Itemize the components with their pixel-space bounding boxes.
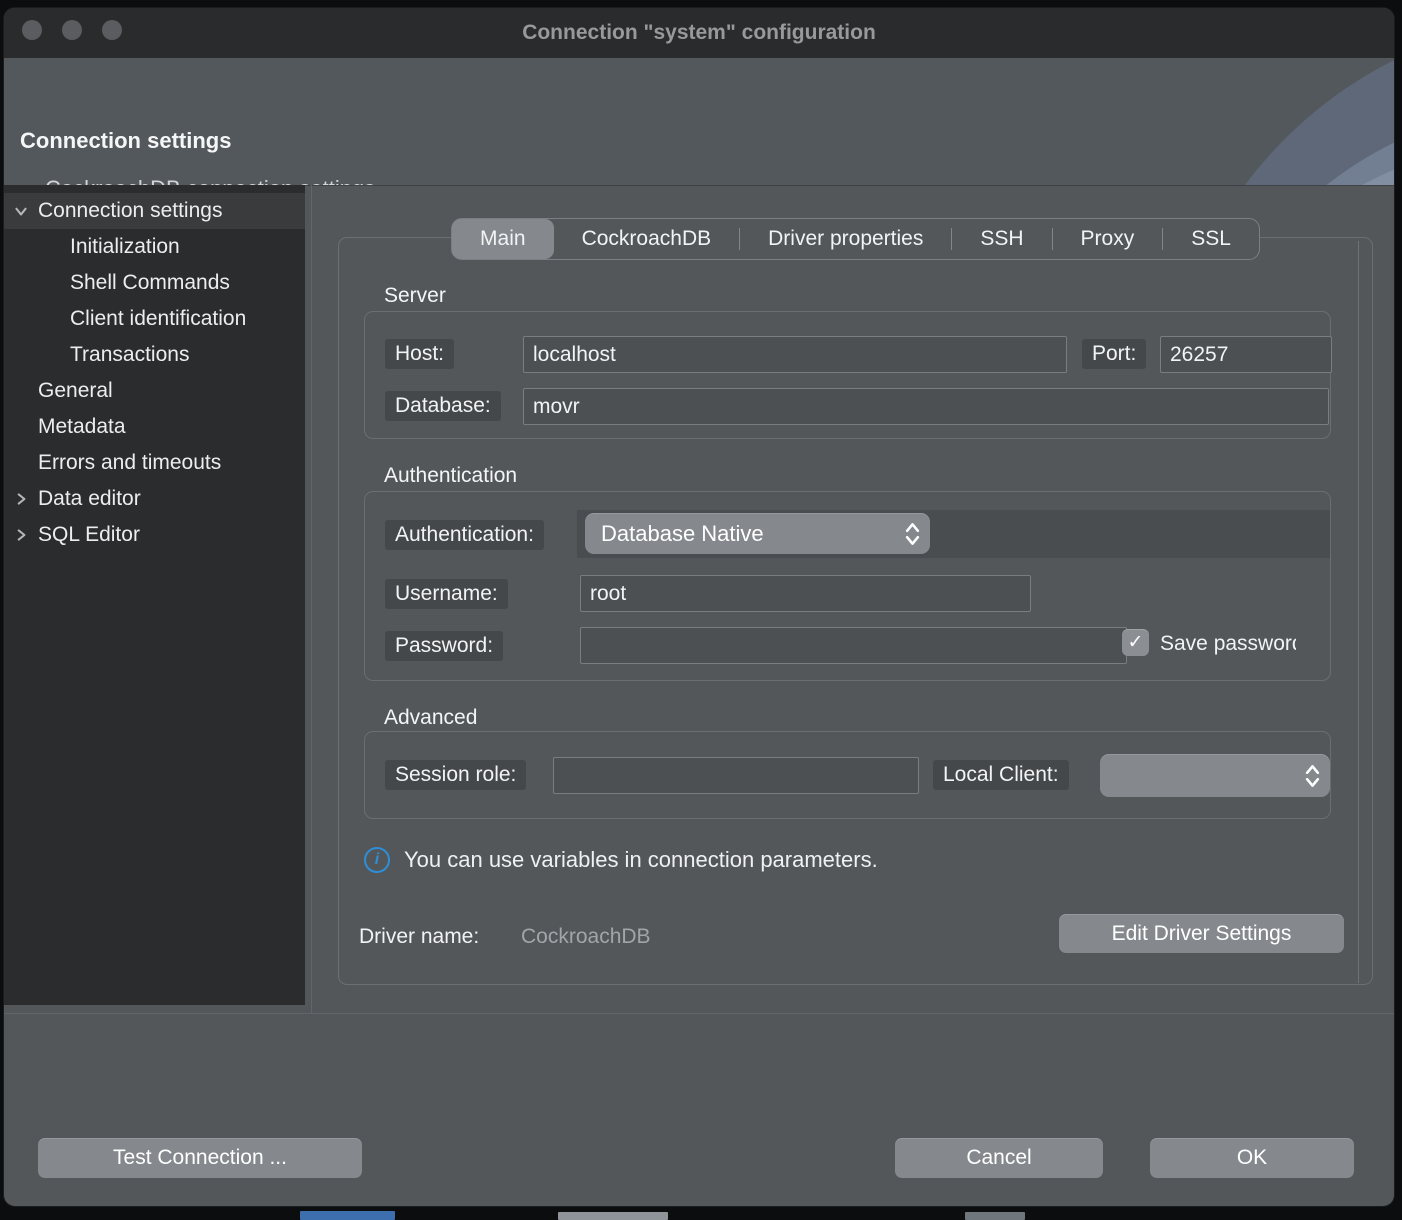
scroll-edge xyxy=(1358,241,1359,983)
sidebar-item-data-editor[interactable]: Data editor xyxy=(4,481,305,517)
sidebar-item-label: SQL Editor xyxy=(38,523,140,547)
password-input[interactable] xyxy=(580,627,1127,664)
sidebar-item-metadata[interactable]: Metadata xyxy=(4,409,305,445)
authentication-group: Authentication: Database Native Username… xyxy=(364,491,1331,681)
server-group: Host: Port: Database: xyxy=(364,311,1331,439)
password-label: Password: xyxy=(385,631,503,661)
chevron-up-down-icon xyxy=(905,521,920,547)
sidebar-item-transactions[interactable]: Transactions xyxy=(4,337,305,373)
sidebar-tree: Connection settings Initialization Shell C… xyxy=(4,185,305,1005)
sidebar-item-label: General xyxy=(38,379,113,403)
main-tab-panel: Server Host: Port: Database: Authenticat… xyxy=(338,237,1373,985)
tab-group: MainCockroachDBDriver propertiesSSHProxy… xyxy=(451,218,1260,260)
sidebar-item-errors-and-timeouts[interactable]: Errors and timeouts xyxy=(4,445,305,481)
authentication-label: Authentication: xyxy=(385,520,544,550)
background-window-sliver xyxy=(965,1212,1025,1220)
sidebar-item-label: Transactions xyxy=(70,343,189,367)
page-title: Connection settings xyxy=(20,128,231,154)
check-icon: ✓ xyxy=(1128,631,1144,654)
tab-ssh[interactable]: SSH xyxy=(952,219,1051,259)
local-client-label: Local Client: xyxy=(933,760,1069,790)
sidebar-item-label: Shell Commands xyxy=(70,271,230,295)
sidebar-item-sql-editor[interactable]: SQL Editor xyxy=(4,517,305,553)
background-window-sliver xyxy=(558,1212,668,1220)
info-row: i You can use variables in connection pa… xyxy=(364,847,878,873)
sidebar-item-label: Data editor xyxy=(38,487,141,511)
sidebar-item-label: Errors and timeouts xyxy=(38,451,221,475)
tab-ssl[interactable]: SSL xyxy=(1163,219,1259,259)
background-window-sliver xyxy=(300,1211,395,1220)
tab-proxy[interactable]: Proxy xyxy=(1053,219,1163,259)
chevron-right-icon[interactable] xyxy=(13,491,29,507)
dialog-footer: Test Connection ... Cancel OK xyxy=(4,1013,1394,1206)
window-title: Connection "system" configuration xyxy=(522,21,876,45)
authentication-selected-value: Database Native xyxy=(601,521,764,547)
tab-bar: MainCockroachDBDriver propertiesSSHProxy… xyxy=(338,218,1373,260)
server-group-label: Server xyxy=(384,284,446,308)
test-connection-button[interactable]: Test Connection ... xyxy=(38,1138,362,1178)
port-label: Port: xyxy=(1082,339,1146,369)
sidebar-divider xyxy=(311,185,312,1013)
save-password-label: Save password xyxy=(1160,632,1296,656)
host-input[interactable] xyxy=(523,336,1067,373)
sidebar-item-client-identification[interactable]: Client identification xyxy=(4,301,305,337)
local-client-select[interactable] xyxy=(1100,754,1330,797)
tab-main[interactable]: Main xyxy=(452,219,554,259)
sidebar-item-label: Client identification xyxy=(70,307,246,331)
host-label: Host: xyxy=(385,339,454,369)
sidebar-item-label: Connection settings xyxy=(38,199,222,223)
sidebar-item-connection-settings[interactable]: Connection settings xyxy=(4,193,305,229)
username-input[interactable] xyxy=(580,575,1031,612)
session-role-label: Session role: xyxy=(385,760,526,790)
authentication-group-label: Authentication xyxy=(384,464,517,488)
advanced-group: Session role: Local Client: xyxy=(364,731,1331,819)
session-role-input[interactable] xyxy=(553,757,919,794)
driver-name-value: CockroachDB xyxy=(521,925,651,949)
sidebar-item-shell-commands[interactable]: Shell Commands xyxy=(4,265,305,301)
sidebar-item-label: Initialization xyxy=(70,235,180,259)
database-input[interactable] xyxy=(523,388,1329,425)
sidebar-item-label: Metadata xyxy=(38,415,126,439)
ok-button[interactable]: OK xyxy=(1150,1138,1354,1178)
save-password-checkbox[interactable]: ✓ xyxy=(1122,629,1149,656)
sidebar-item-general[interactable]: General xyxy=(4,373,305,409)
chevron-up-down-icon xyxy=(1305,763,1320,789)
database-label: Database: xyxy=(385,391,501,421)
advanced-group-label: Advanced xyxy=(384,706,477,730)
username-label: Username: xyxy=(385,579,508,609)
dialog-header: Connection settings CockroachDB connecti… xyxy=(4,58,1394,186)
info-icon: i xyxy=(364,847,390,873)
authentication-select[interactable]: Database Native xyxy=(585,513,930,554)
connection-configuration-dialog: Connection "system" configuration Connec… xyxy=(4,8,1394,1206)
close-button[interactable] xyxy=(22,20,42,40)
chevron-right-icon[interactable] xyxy=(13,527,29,543)
edit-driver-settings-button[interactable]: Edit Driver Settings xyxy=(1059,914,1344,953)
titlebar: Connection "system" configuration xyxy=(4,8,1394,59)
tab-cockroachdb[interactable]: CockroachDB xyxy=(554,219,740,259)
chevron-down-icon[interactable] xyxy=(13,203,29,219)
zoom-button[interactable] xyxy=(102,20,122,40)
cancel-button[interactable]: Cancel xyxy=(895,1138,1103,1178)
minimize-button[interactable] xyxy=(62,20,82,40)
sidebar-item-initialization[interactable]: Initialization xyxy=(4,229,305,265)
port-input[interactable] xyxy=(1160,336,1332,373)
tab-driver-properties[interactable]: Driver properties xyxy=(740,219,951,259)
info-message: You can use variables in connection para… xyxy=(404,847,878,873)
driver-name-label: Driver name: xyxy=(359,925,479,949)
